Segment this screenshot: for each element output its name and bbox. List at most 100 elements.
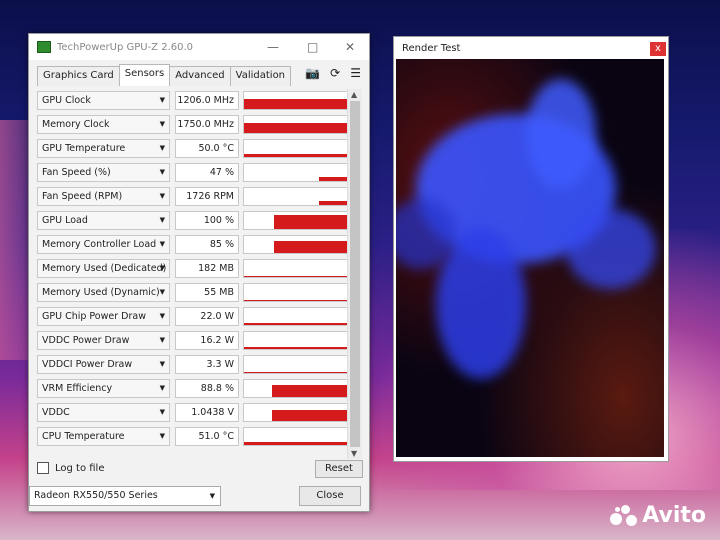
- sensor-graph: [243, 259, 347, 278]
- sensor-select[interactable]: VRM Efficiency ▼: [37, 379, 170, 398]
- chevron-down-icon: ▼: [159, 288, 165, 296]
- sensor-label: Memory Used (Dynamic): [42, 287, 160, 298]
- gpu-select-dropdown[interactable]: Radeon RX550/550 Series ▼: [29, 486, 221, 506]
- sensor-select[interactable]: CPU Temperature ▼: [37, 427, 170, 446]
- avito-logo-icon: [610, 504, 638, 527]
- sensor-select[interactable]: Memory Used (Dynamic) ▼: [37, 283, 170, 302]
- sensor-label: Fan Speed (RPM): [42, 191, 123, 202]
- tab-advanced[interactable]: Advanced: [169, 66, 231, 86]
- scrollbar-thumb[interactable]: [350, 101, 360, 447]
- graph-fill: [272, 385, 347, 397]
- sensor-value-text: 16.2 W: [200, 335, 234, 346]
- reset-button[interactable]: Reset: [315, 460, 363, 478]
- chevron-down-icon: ▼: [159, 168, 165, 176]
- close-icon[interactable]: ✕: [345, 40, 355, 54]
- log-to-file-label: Log to file: [55, 462, 105, 474]
- render-titlebar[interactable]: Render Test x: [394, 37, 668, 59]
- sensor-value-text: 100 %: [203, 215, 234, 226]
- sensor-select[interactable]: Fan Speed (RPM) ▼: [37, 187, 170, 206]
- minimize-icon[interactable]: —: [267, 40, 279, 54]
- sensor-graph: [243, 331, 347, 350]
- sensor-value: 100 %: [175, 211, 239, 230]
- chevron-down-icon: ▼: [159, 384, 165, 392]
- close-button[interactable]: Close: [299, 486, 361, 506]
- sensor-select[interactable]: GPU Chip Power Draw ▼: [37, 307, 170, 326]
- sensor-value: 55 MB: [175, 283, 239, 302]
- sensor-select[interactable]: Fan Speed (%) ▼: [37, 163, 170, 182]
- gpuz-titlebar[interactable]: TechPowerUp GPU-Z 2.60.0 — □ ✕: [29, 34, 369, 60]
- tab-validation[interactable]: Validation: [229, 66, 292, 86]
- checkbox-box[interactable]: [37, 462, 49, 474]
- graph-fill: [244, 347, 347, 349]
- graph-fill: [244, 442, 347, 445]
- sensor-graph: [243, 211, 347, 230]
- sensor-select[interactable]: Memory Clock ▼: [37, 115, 170, 134]
- chevron-down-icon: ▼: [159, 336, 165, 344]
- sensor-graph: [243, 427, 347, 446]
- sensor-row: CPU Temperature ▼ 51.0 °C: [35, 425, 347, 446]
- watermark-text: Avito: [642, 503, 706, 528]
- render-close-icon[interactable]: x: [650, 42, 666, 56]
- menu-icon[interactable]: ☰: [350, 66, 361, 80]
- sensor-select[interactable]: VDDCI Power Draw ▼: [37, 355, 170, 374]
- sensor-value: 1206.0 MHz: [175, 91, 239, 110]
- sensor-row: GPU Temperature ▼ 50.0 °C: [35, 137, 347, 158]
- sensor-value-text: 1750.0 MHz: [177, 119, 234, 130]
- sensor-row: Fan Speed (%) ▼ 47 %: [35, 161, 347, 182]
- sensor-row: VDDC ▼ 1.0438 V: [35, 401, 347, 422]
- sensor-row: Fan Speed (RPM) ▼ 1726 RPM: [35, 185, 347, 206]
- sensor-graph: [243, 187, 347, 206]
- graph-fill: [244, 276, 347, 277]
- sensor-value-text: 1.0438 V: [191, 407, 234, 418]
- camera-icon[interactable]: 📷: [305, 66, 320, 80]
- sensor-select[interactable]: VDDC Power Draw ▼: [37, 331, 170, 350]
- sensor-value-text: 50.0 °C: [198, 143, 234, 154]
- sensor-graph: [243, 307, 347, 326]
- sensor-value: 47 %: [175, 163, 239, 182]
- sensor-row: Memory Used (Dynamic) ▼ 55 MB: [35, 281, 347, 302]
- graph-fill: [272, 410, 347, 421]
- sensor-label: GPU Temperature: [42, 143, 126, 154]
- chevron-down-icon: ▼: [159, 144, 165, 152]
- gpuz-app-icon: [37, 41, 51, 53]
- sensor-value-text: 47 %: [209, 167, 234, 178]
- sensor-select[interactable]: VDDC ▼: [37, 403, 170, 422]
- sensor-select[interactable]: Memory Used (Dedicated) ▼: [37, 259, 170, 278]
- sensor-label: GPU Load: [42, 215, 88, 226]
- sensor-graph: [243, 355, 347, 374]
- sensor-select[interactable]: Memory Controller Load ▼: [37, 235, 170, 254]
- sensor-graph: [243, 91, 347, 110]
- graph-fill: [274, 215, 347, 229]
- chevron-down-icon: ▼: [159, 96, 165, 104]
- chevron-down-icon: ▼: [159, 216, 165, 224]
- sensor-label: Memory Clock: [42, 119, 110, 130]
- refresh-icon[interactable]: ⟳: [330, 66, 340, 80]
- sensor-select[interactable]: GPU Load ▼: [37, 211, 170, 230]
- sensor-scrollbar[interactable]: ▲ ▼: [347, 89, 362, 459]
- scroll-down-icon[interactable]: ▼: [351, 449, 357, 458]
- chevron-down-icon: ▼: [159, 432, 165, 440]
- sensor-label: CPU Temperature: [42, 431, 125, 442]
- sensor-value-text: 3.3 W: [206, 359, 234, 370]
- sensor-label: VDDCI Power Draw: [42, 359, 133, 370]
- tab-graphics-card[interactable]: Graphics Card: [37, 66, 120, 86]
- tab-sensors[interactable]: Sensors: [118, 64, 171, 86]
- log-to-file-checkbox[interactable]: Log to file: [37, 462, 105, 474]
- sensor-graph: [243, 235, 347, 254]
- graph-fill: [244, 300, 347, 301]
- tab-bar: Graphics Card Sensors Advanced Validatio…: [29, 60, 369, 86]
- graph-fill: [244, 154, 347, 157]
- sensor-select[interactable]: GPU Temperature ▼: [37, 139, 170, 158]
- graph-fill: [319, 201, 347, 205]
- sensor-label: GPU Clock: [42, 95, 91, 106]
- sensor-value-text: 51.0 °C: [198, 431, 234, 442]
- sensor-value: 16.2 W: [175, 331, 239, 350]
- scroll-up-icon[interactable]: ▲: [351, 90, 357, 99]
- gpu-select-value: Radeon RX550/550 Series: [34, 490, 158, 501]
- sensor-label: Memory Controller Load: [42, 239, 157, 250]
- sensor-value: 50.0 °C: [175, 139, 239, 158]
- sensor-select[interactable]: GPU Clock ▼: [37, 91, 170, 110]
- maximize-icon[interactable]: □: [307, 40, 318, 54]
- sensor-value-text: 85 %: [209, 239, 234, 250]
- sensor-label: VDDC: [42, 407, 70, 418]
